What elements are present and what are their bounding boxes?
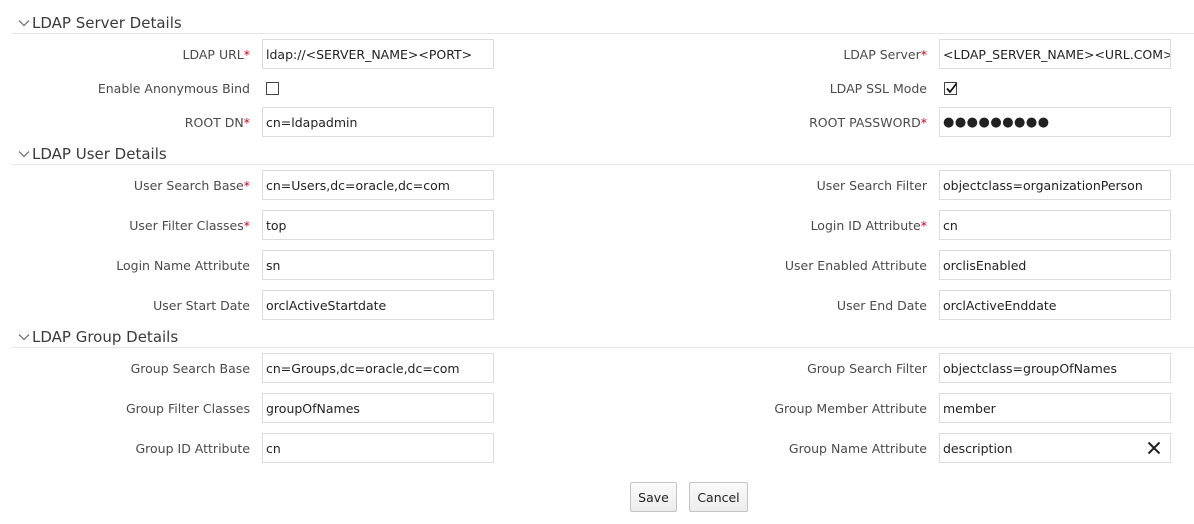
group-search-base-field[interactable]: cn=Groups,dc=oracle,dc=com [262, 353, 494, 383]
user-search-base-field[interactable]: cn=Users,dc=oracle,dc=com [262, 170, 494, 200]
required-marker: * [920, 47, 927, 62]
required-marker: * [920, 218, 927, 233]
section-header-group[interactable]: LDAP Group Details [12, 327, 1194, 348]
group-filter-classes-label: Group Filter Classes [125, 401, 250, 416]
user-search-filter-label: User Search Filter [816, 178, 927, 193]
ldap-server-label: LDAP Server* [843, 47, 927, 62]
ldap-url-label: LDAP URL* [182, 47, 250, 62]
chevron-down-icon[interactable] [17, 147, 31, 161]
ldap-url-field[interactable]: ldap://<SERVER_NAME><PORT> [262, 39, 494, 69]
save-button[interactable]: Save [630, 482, 677, 512]
group-search-filter-label: Group Search Filter [807, 361, 927, 376]
user-enabled-attribute-field[interactable]: orclisEnabled [939, 250, 1171, 280]
root-password-label: ROOT PASSWORD* [809, 115, 927, 130]
group-name-attribute-label: Group Name Attribute [788, 441, 927, 456]
root-password-field[interactable]: ●●●●●●●●● [939, 107, 1171, 137]
group-member-attribute-label: Group Member Attribute [774, 401, 927, 416]
required-marker: * [243, 218, 250, 233]
section-title-group: LDAP Group Details [32, 328, 179, 346]
required-marker: * [243, 47, 250, 62]
login-name-attribute-label: Login Name Attribute [116, 258, 250, 273]
root-dn-field[interactable]: cn=ldapadmin [262, 107, 494, 137]
group-search-base-label: Group Search Base [130, 361, 250, 376]
anonymous-bind-label: Enable Anonymous Bind [97, 81, 250, 96]
group-member-attribute-field[interactable]: member [939, 393, 1171, 423]
ssl-mode-checkbox[interactable] [944, 82, 958, 95]
user-end-date-label: User End Date [836, 298, 927, 313]
user-search-base-label: User Search Base* [133, 178, 250, 193]
chevron-down-icon[interactable] [17, 330, 31, 344]
group-filter-classes-field[interactable]: groupOfNames [262, 393, 494, 423]
group-name-attribute-field[interactable]: description [939, 433, 1171, 463]
user-filter-classes-label: User Filter Classes* [129, 218, 250, 233]
user-filter-classes-field[interactable]: top [262, 210, 494, 240]
cancel-button[interactable]: Cancel [689, 482, 748, 512]
chevron-down-icon[interactable] [17, 16, 31, 30]
root-dn-label: ROOT DN* [184, 115, 250, 130]
user-start-date-label: User Start Date [153, 298, 250, 313]
group-id-attribute-field[interactable]: cn [262, 433, 494, 463]
required-marker: * [920, 115, 927, 130]
ldap-server-field[interactable]: <LDAP_SERVER_NAME><URL.COM> [939, 39, 1171, 69]
group-id-attribute-label: Group ID Attribute [135, 441, 250, 456]
user-start-date-field[interactable]: orclActiveStartdate [262, 290, 494, 320]
login-id-attribute-field[interactable]: cn [939, 210, 1171, 240]
section-title-server: LDAP Server Details [32, 14, 182, 32]
required-marker: * [243, 178, 250, 193]
section-header-user[interactable]: LDAP User Details [12, 144, 1194, 165]
ssl-mode-label: LDAP SSL Mode [829, 81, 927, 96]
group-search-filter-field[interactable]: objectclass=groupOfNames [939, 353, 1171, 383]
user-enabled-attribute-label: User Enabled Attribute [784, 258, 927, 273]
section-title-user: LDAP User Details [32, 145, 167, 163]
close-icon[interactable] [1146, 440, 1162, 456]
user-search-filter-field[interactable]: objectclass=organizationPerson [939, 170, 1171, 200]
checkmark-icon [946, 82, 958, 94]
section-header-server[interactable]: LDAP Server Details [12, 13, 1194, 34]
user-end-date-field[interactable]: orclActiveEnddate [939, 290, 1171, 320]
anonymous-bind-checkbox[interactable] [266, 82, 279, 95]
required-marker: * [243, 115, 250, 130]
login-id-attribute-label: Login ID Attribute* [810, 218, 927, 233]
login-name-attribute-field[interactable]: sn [262, 250, 494, 280]
